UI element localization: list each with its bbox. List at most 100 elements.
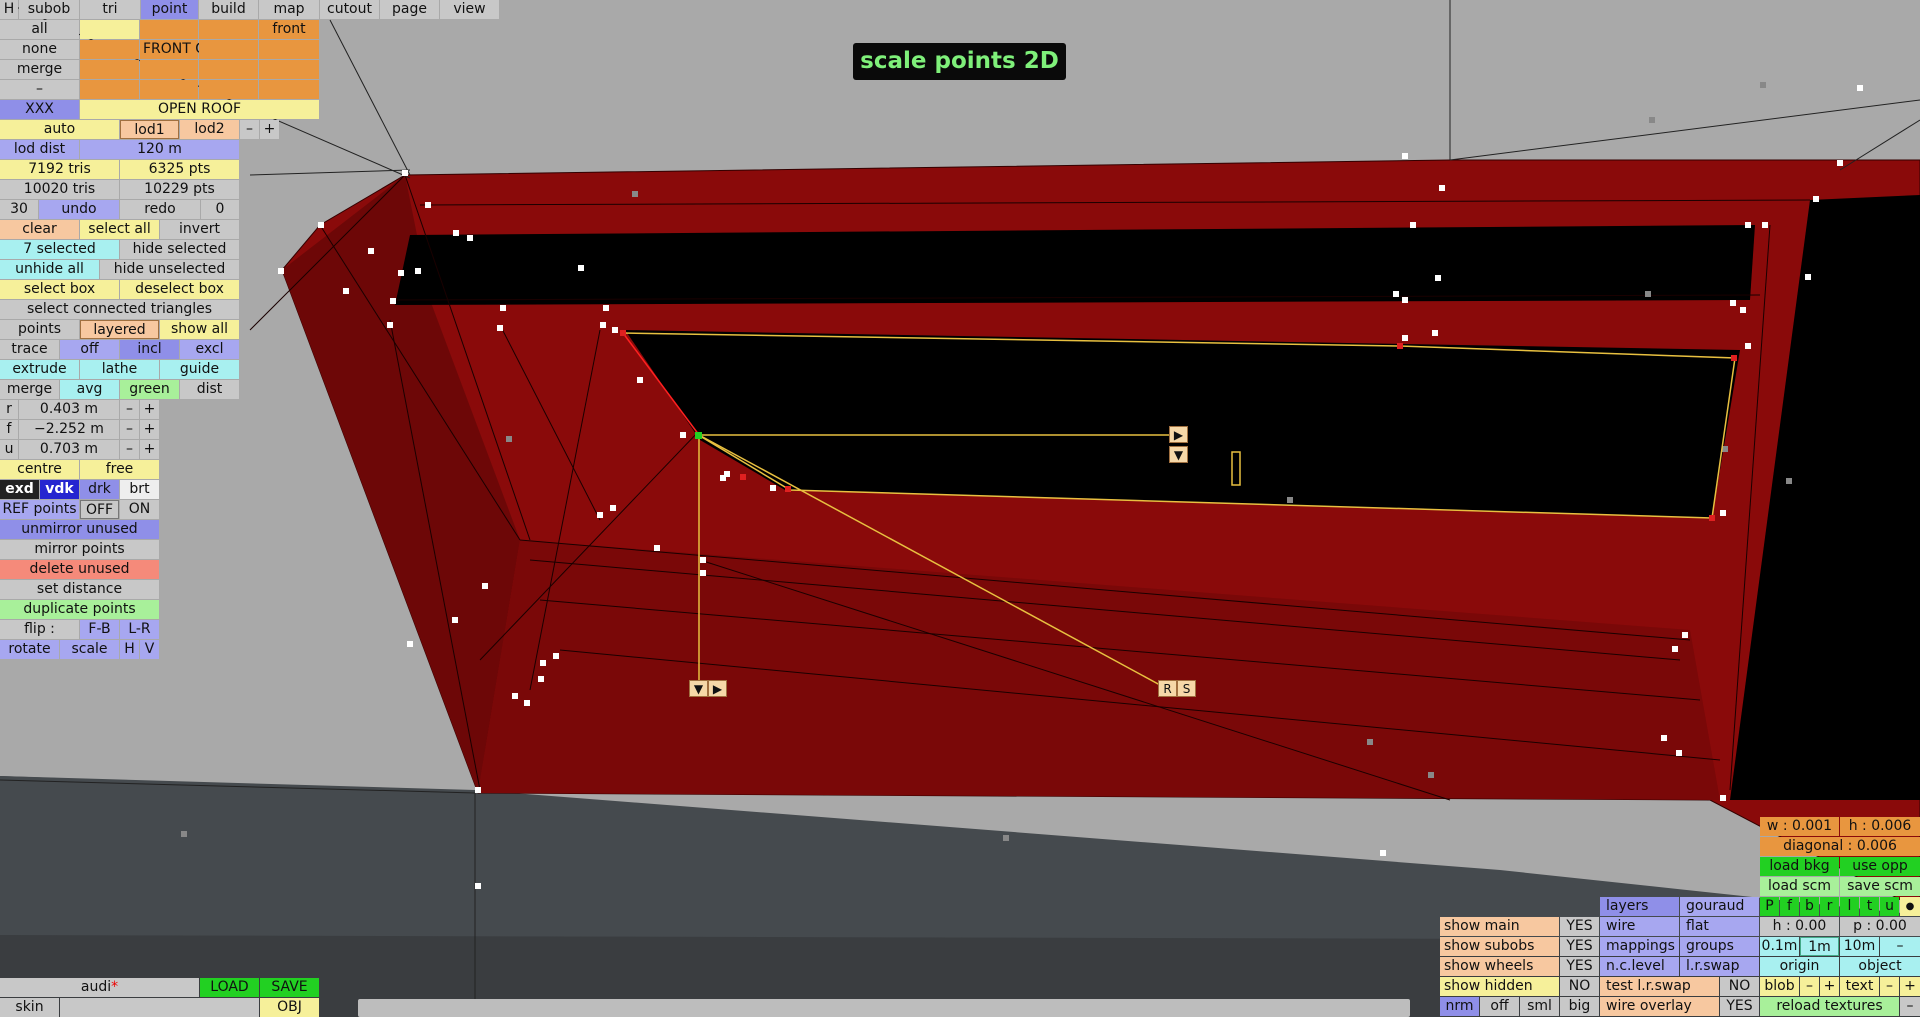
save-scm-button[interactable]: save scm [1840,877,1920,896]
tab-map[interactable]: map [259,0,319,19]
undo-button[interactable]: undo [39,200,119,219]
group-cell[interactable] [80,80,139,99]
unhide-all-button[interactable]: unhide all [0,260,99,279]
off-button[interactable]: off [1480,997,1519,1016]
lod-dist-value[interactable]: 120 m [80,140,239,159]
group-cell[interactable] [259,60,319,79]
coord-u-plus[interactable]: + [140,440,159,459]
group-merge-button[interactable]: merge [0,60,79,79]
group-cell[interactable] [80,40,139,59]
lrswap-button[interactable]: l.r.swap [1680,957,1759,976]
grid-1m-button[interactable]: 1m [1800,937,1839,956]
points-mode[interactable]: points [0,320,79,339]
select-all-button[interactable]: select all [80,220,159,239]
set-distance-button[interactable]: set distance [0,580,159,599]
blob-minus-button[interactable]: – [1800,977,1819,996]
gouraud-button[interactable]: gouraud [1680,897,1759,916]
sml-button[interactable]: sml [1520,997,1559,1016]
select-box-button[interactable]: select box [0,280,119,299]
group-cell[interactable] [80,20,139,39]
use-opp-button[interactable]: use opp [1840,857,1920,876]
text-button[interactable]: text [1840,977,1879,996]
flat-button[interactable]: flat [1680,917,1759,936]
scale-button[interactable]: scale [60,640,119,659]
group-cell[interactable] [140,80,198,99]
unmirror-unused-button[interactable]: unmirror unused [0,520,159,539]
anchor-point[interactable] [695,432,702,439]
group-dash-button[interactable]: – [0,80,79,99]
merge-green[interactable]: green [120,380,179,399]
group-front-g[interactable]: FRONT G [140,40,206,59]
coord-r-minus[interactable]: – [120,400,139,419]
view-r-button[interactable]: r [1820,897,1839,916]
hide-selected-button[interactable]: hide selected [120,240,239,259]
coord-u-minus[interactable]: – [120,440,139,459]
skin-field[interactable] [60,998,259,1017]
delete-unused-button[interactable]: delete unused [0,560,159,579]
test-lrswap-toggle[interactable]: NO [1720,977,1759,996]
group-cell[interactable] [140,20,198,39]
tab-tri[interactable]: tri [80,0,140,19]
group-all-button[interactable]: all [0,20,79,39]
rotate-button[interactable]: rotate [0,640,59,659]
scale-down-handle-bottom[interactable]: ▼ [689,680,708,697]
reload-dash-button[interactable]: – [1900,997,1920,1016]
show-all-mode[interactable]: show all [160,320,239,339]
show-wheels-toggle[interactable]: YES [1560,957,1599,976]
rotate-handle[interactable]: R [1158,680,1177,697]
tab-build[interactable]: build [199,0,258,19]
tab-page[interactable]: page [380,0,439,19]
groups-button[interactable]: groups [1680,937,1759,956]
extrude-button[interactable]: extrude [0,360,79,379]
save-button[interactable]: SAVE [260,978,319,997]
scale-right-handle-bottom[interactable]: ▶ [708,680,727,697]
trace-excl[interactable]: excl [180,340,239,359]
menu-h[interactable]: H [0,0,18,19]
tab-cutout[interactable]: cutout [320,0,379,19]
object-button[interactable]: object [1840,957,1920,976]
merge-dist[interactable]: dist [180,380,239,399]
lod-minus-button[interactable]: – [240,120,259,139]
obj-button[interactable]: OBJ [260,998,319,1017]
v-button[interactable]: V [140,640,159,659]
merge-avg[interactable]: avg [60,380,119,399]
origin-button[interactable]: origin [1760,957,1839,976]
mirror-points-button[interactable]: mirror points [0,540,159,559]
nclevel-button[interactable]: n.c.level [1600,957,1679,976]
flip-fb-button[interactable]: F-B [80,620,119,639]
wire-overlay-toggle[interactable]: YES [1720,997,1759,1016]
vdk-button[interactable]: vdk [40,480,79,499]
lod-auto-button[interactable]: auto [0,120,119,139]
redo-button[interactable]: redo [120,200,200,219]
view-f-button[interactable]: f [1780,897,1799,916]
lod2-button[interactable]: lod2 [180,120,239,139]
viewport-3d[interactable] [0,0,1920,1017]
reload-textures-button[interactable]: reload textures [1760,997,1899,1016]
show-subobs-toggle[interactable]: YES [1560,937,1599,956]
group-cell[interactable] [199,80,258,99]
trace-incl[interactable]: incl [120,340,179,359]
show-hidden-toggle[interactable]: NO [1560,977,1599,996]
layers-button[interactable]: layers [1600,897,1679,916]
ref-on-button[interactable]: ON [120,500,159,519]
brt-button[interactable]: brt [120,480,159,499]
horizontal-scrollbar[interactable] [358,999,1410,1017]
scale-right-handle[interactable]: ▶ [1169,426,1188,443]
coord-r-plus[interactable]: + [140,400,159,419]
view-dot-button[interactable]: ● [1900,897,1920,916]
view-l-button[interactable]: l [1840,897,1859,916]
blob-button[interactable]: blob [1760,977,1799,996]
view-p-button[interactable]: P [1760,897,1779,916]
h-button[interactable]: H [120,640,139,659]
coord-r-value[interactable]: 0.403 m [19,400,119,419]
exd-button[interactable]: exd [0,480,39,499]
layered-mode[interactable]: layered [80,320,159,339]
grid-dash-button[interactable]: – [1880,937,1920,956]
trace-off[interactable]: off [60,340,119,359]
view-b-button[interactable]: b [1800,897,1819,916]
tab-subob[interactable]: subob [19,0,79,19]
coord-f-value[interactable]: −2.252 m [19,420,119,439]
drk-button[interactable]: drk [80,480,119,499]
load-button[interactable]: LOAD [200,978,259,997]
deselect-box-button[interactable]: deselect box [120,280,239,299]
